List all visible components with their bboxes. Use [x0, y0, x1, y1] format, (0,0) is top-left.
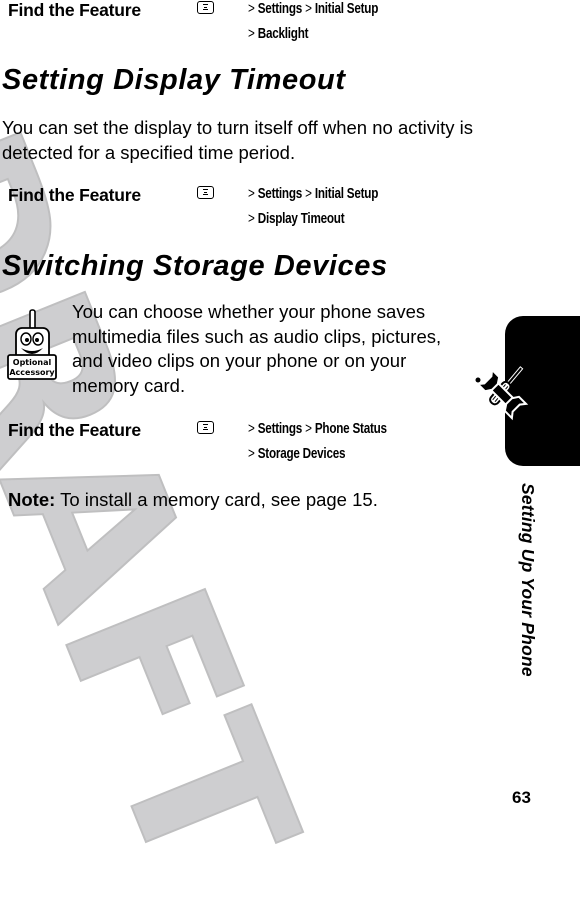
menu-key-icon	[197, 1, 214, 14]
menu-key-icon	[197, 421, 214, 434]
find-feature-storage-devices: Find the Feature > Settings > Phone Status …	[8, 420, 448, 470]
manual-page: Find the Feature > Settings > Initial Setup…	[0, 0, 580, 808]
menu-path-line-1: > Settings > Initial Setup	[248, 185, 379, 202]
note-label: Note:	[8, 489, 56, 510]
accessory-line-1: Optional	[13, 358, 52, 367]
menu-path-line-1: > Settings > Initial Setup	[248, 0, 379, 17]
menu-path-step: Initial Setup	[314, 185, 379, 202]
page-number: 63	[512, 788, 531, 807]
menu-path-step: Initial Setup	[314, 0, 379, 17]
find-feature-backlight: Find the Feature > Settings > Initial Setup…	[8, 0, 448, 50]
menu-path-step: Storage Devices	[257, 445, 346, 462]
heading-storage-devices: Switching Storage Devices	[2, 250, 388, 282]
heading-display-timeout: Setting Display Timeout	[2, 64, 346, 96]
accessory-line-2: Accessory	[9, 368, 55, 377]
find-feature-label: Find the Feature	[8, 185, 141, 205]
menu-key-icon	[197, 186, 214, 199]
menu-path-step: Phone Status	[314, 420, 387, 437]
menu-path-step: Settings	[257, 185, 303, 202]
menu-path-line-2: > Storage Devices	[248, 445, 346, 462]
display-timeout-description: You can set the display to turn itself o…	[2, 117, 473, 163]
find-feature-display-timeout: Find the Feature > Settings > Initial Setup…	[8, 185, 448, 235]
menu-path-line-2: > Backlight	[248, 25, 309, 42]
find-feature-label: Find the Feature	[8, 420, 141, 440]
memory-card-note: Note: To install a memory card, see page…	[8, 488, 478, 513]
menu-path-step: Settings	[257, 420, 303, 437]
menu-path-step: Settings	[257, 0, 303, 17]
menu-path-line-1: > Settings > Phone Status	[248, 420, 387, 437]
menu-path-step: Backlight	[257, 25, 309, 42]
storage-devices-description: You can choose whether your phone saves …	[72, 301, 442, 396]
find-feature-label: Find the Feature	[8, 0, 141, 20]
tools-icon	[475, 366, 529, 421]
optional-accessory-icon: Optional Accessory	[7, 309, 57, 380]
note-text: To install a memory card, see page 15.	[55, 489, 378, 510]
chapter-title: Setting Up Your Phone	[518, 483, 538, 677]
menu-path-step: Display Timeout	[257, 210, 345, 227]
menu-path-line-2: > Display Timeout	[248, 210, 345, 227]
